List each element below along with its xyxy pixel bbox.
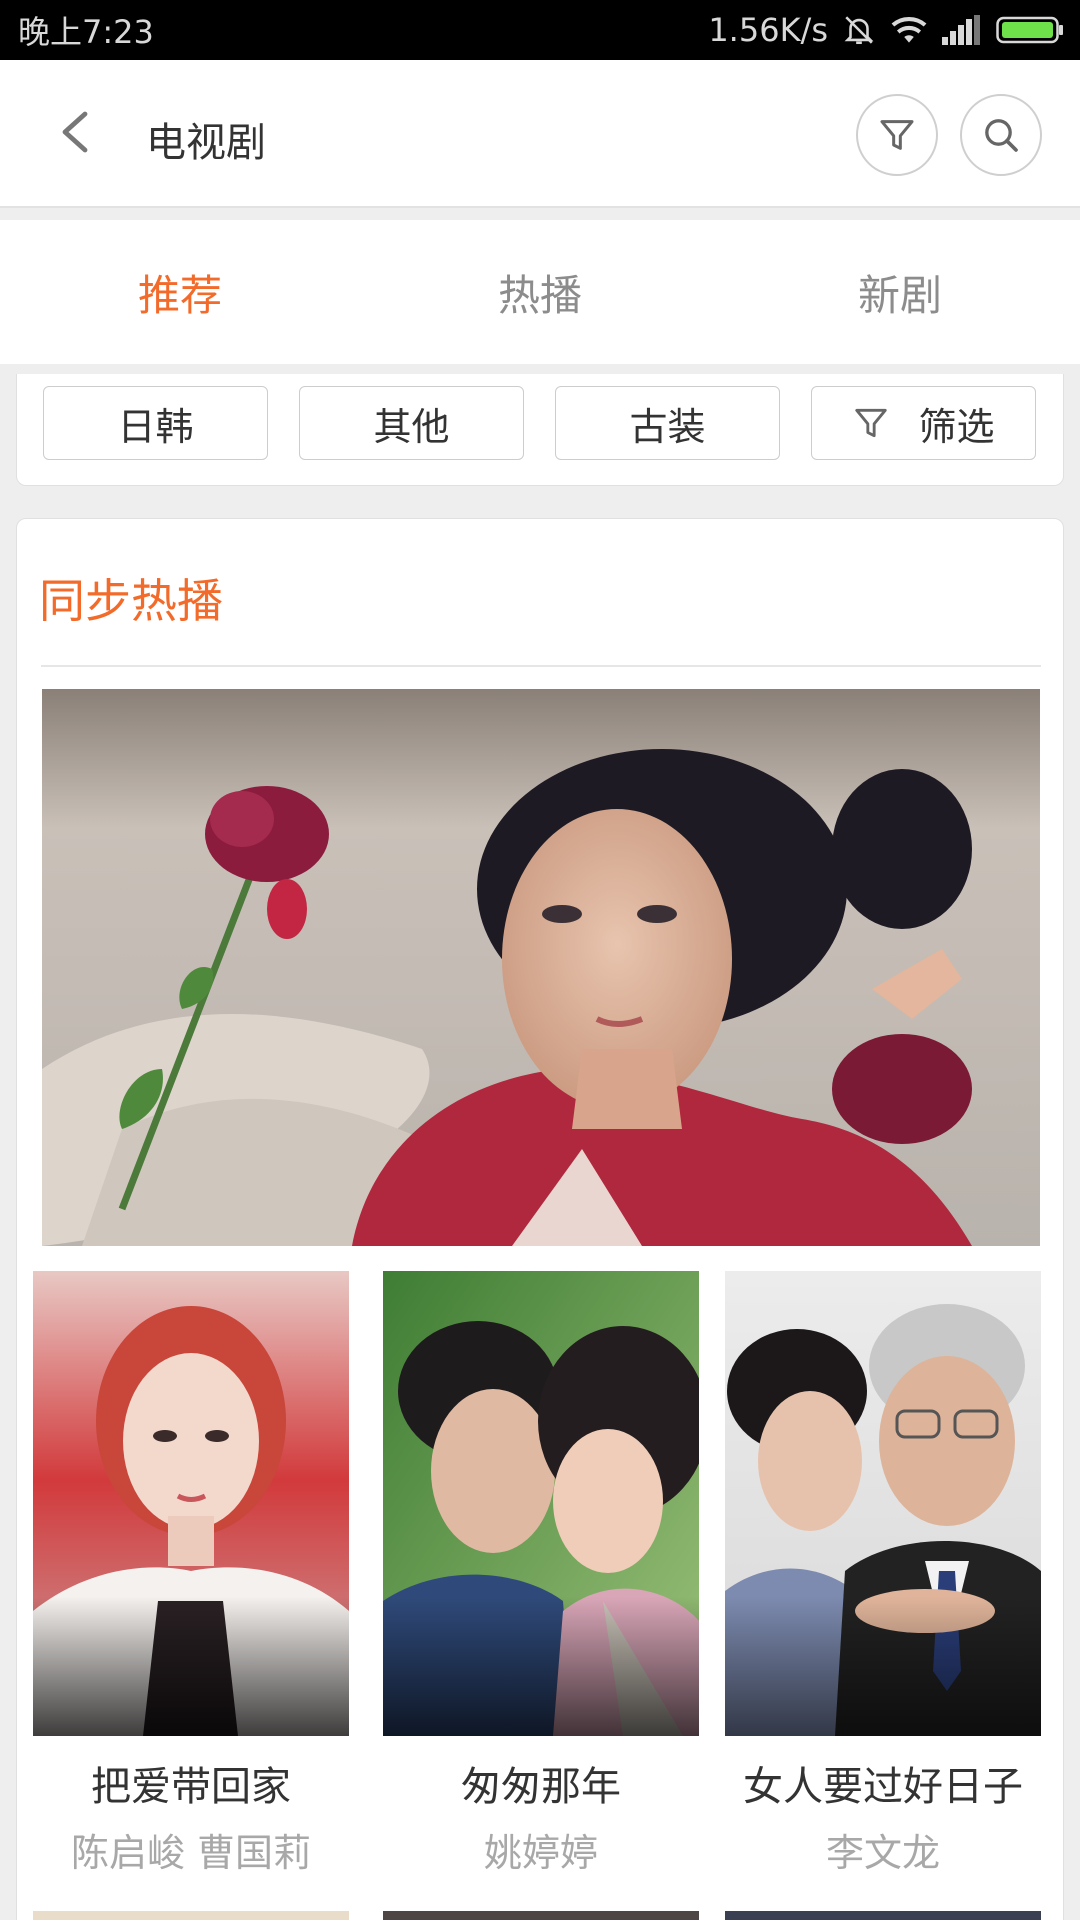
poster-card[interactable]: 把爱带回家 陈启峻 曹国莉 (33, 1271, 349, 1877)
wifi-icon (890, 14, 928, 46)
poster-card[interactable]: 女人要过好日子 李文龙 (725, 1271, 1041, 1877)
search-button[interactable] (960, 94, 1042, 176)
section-divider (41, 665, 1041, 667)
featured-banner[interactable] (42, 689, 1040, 1246)
app-screen: 晚上7:23 1.56K/s 电视剧 推荐 热播 新剧 日韩 其他 古装 筛选 … (0, 0, 1080, 1920)
page-title: 电视剧 (146, 120, 266, 166)
poster-title: 把爱带回家 (91, 1764, 291, 1810)
filter-button[interactable] (856, 94, 938, 176)
bell-off-icon (842, 13, 876, 47)
network-speed: 1.56K/s (708, 11, 828, 49)
battery-icon (996, 15, 1064, 45)
status-time: 晚上7:23 (18, 13, 154, 51)
poster-image (383, 1271, 699, 1736)
poster-title: 女人要过好日子 (743, 1764, 1023, 1810)
poster-card-partial[interactable] (383, 1911, 699, 1920)
banner-image (42, 689, 1040, 1246)
tab-bar: 推荐 热播 新剧 (0, 220, 1080, 364)
category-button-filter[interactable]: 筛选 (811, 386, 1036, 460)
chevron-left-icon (62, 111, 88, 153)
status-bar: 晚上7:23 1.56K/s (0, 0, 1080, 60)
category-card: 日韩 其他 古装 筛选 (16, 374, 1064, 486)
section-title: 同步热播 (39, 574, 223, 628)
filter-label: 筛选 (918, 404, 995, 449)
tab-new[interactable]: 新剧 (720, 220, 1080, 364)
poster-card-partial[interactable] (33, 1911, 349, 1920)
filter-icon (852, 404, 890, 442)
poster-image (725, 1271, 1041, 1736)
app-header: 电视剧 (0, 60, 1080, 208)
poster-image (33, 1271, 349, 1736)
tab-hot[interactable]: 热播 (360, 220, 720, 364)
poster-title: 匆匆那年 (461, 1764, 621, 1810)
search-icon (985, 119, 1018, 152)
category-button-other[interactable]: 其他 (299, 386, 524, 460)
poster-cast: 李文龙 (825, 1831, 940, 1875)
poster-card[interactable]: 匆匆那年 姚婷婷 (383, 1271, 699, 1877)
poster-cast: 姚婷婷 (483, 1831, 598, 1875)
back-button[interactable] (44, 102, 104, 162)
category-button-japan-korea[interactable]: 日韩 (43, 386, 268, 460)
category-button-costume[interactable]: 古装 (555, 386, 780, 460)
poster-cast: 陈启峻 曹国莉 (70, 1831, 312, 1875)
filter-icon (880, 120, 914, 150)
content-card: 同步热播 把爱带回家 陈启峻 曹国莉 匆匆那年 姚婷婷 女人要过好日子 李文龙 (16, 518, 1064, 1920)
tab-recommended[interactable]: 推荐 (0, 220, 360, 364)
poster-card-partial[interactable] (725, 1911, 1041, 1920)
signal-icon (942, 15, 982, 45)
status-icons: 1.56K/s (708, 11, 1064, 49)
